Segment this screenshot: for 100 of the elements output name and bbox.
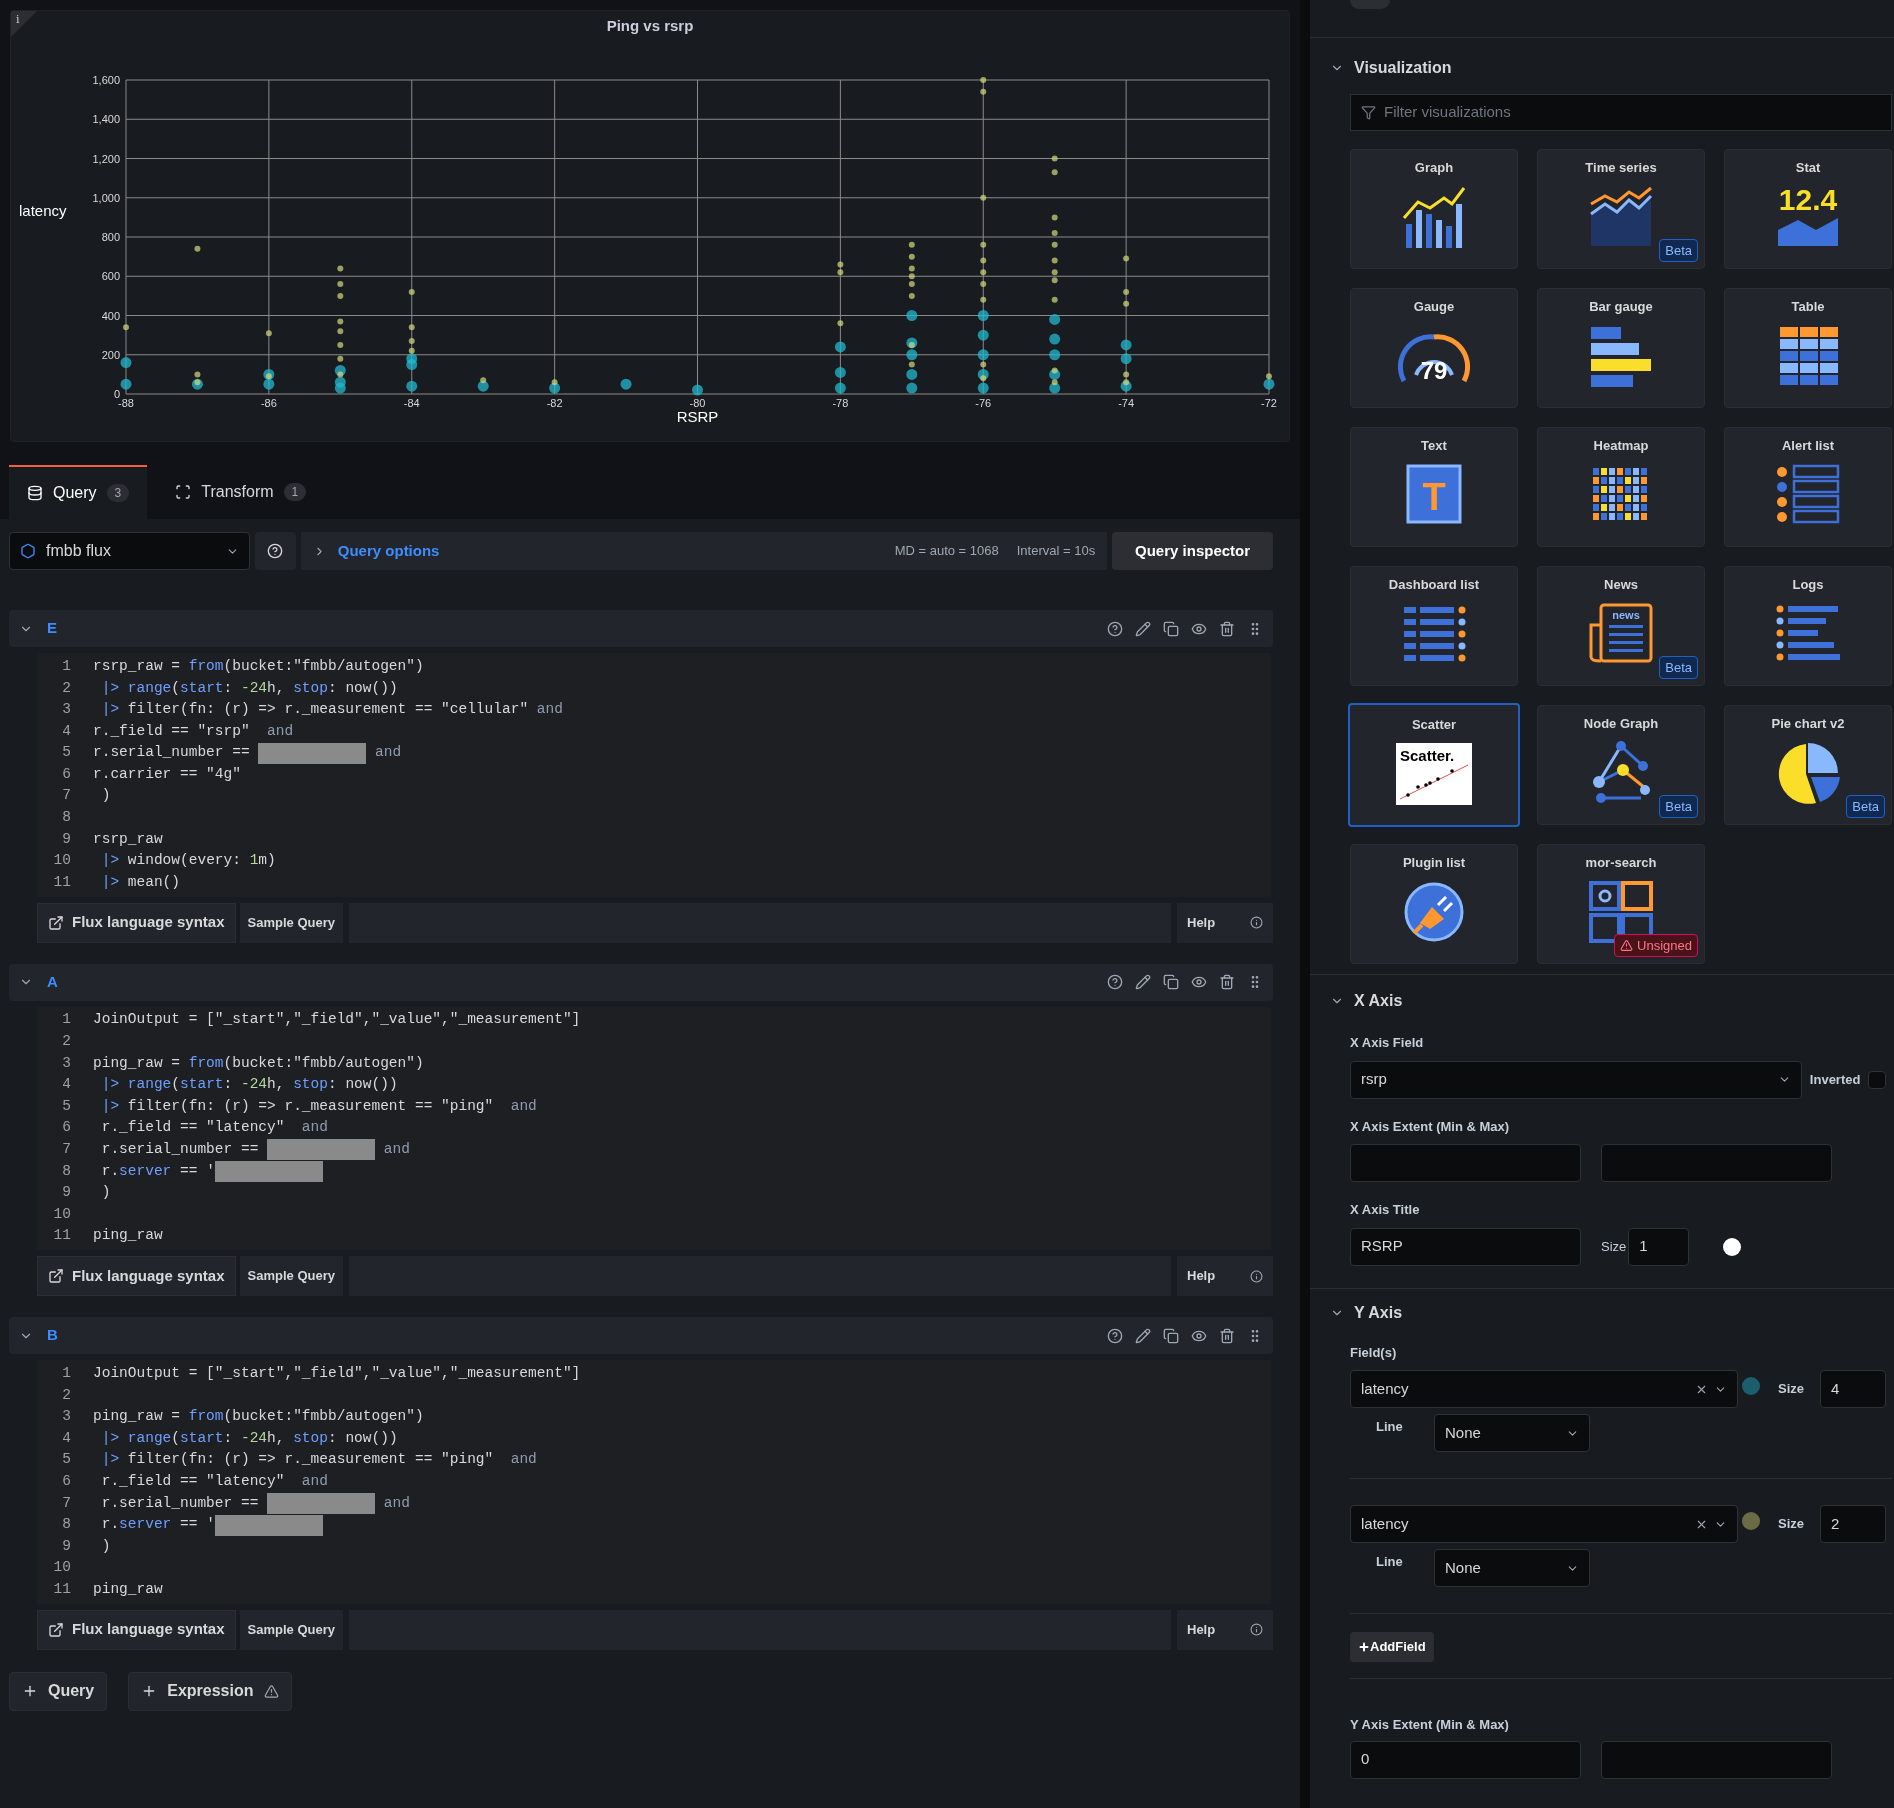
database-icon <box>27 485 43 501</box>
section-title[interactable]: X Axis <box>1354 989 1403 1013</box>
visualization-card[interactable]: Table <box>1724 288 1892 408</box>
trash-icon[interactable] <box>1219 620 1235 637</box>
line-style-select[interactable]: None <box>1434 1414 1590 1452</box>
size-field[interactable]: 1 <box>1628 1227 1690 1266</box>
data-point <box>406 380 418 392</box>
tick-label: -74 <box>1118 396 1135 409</box>
visualization-card[interactable]: Stat 12.4 <box>1724 149 1892 269</box>
add-field-button[interactable]: AddField <box>1350 1632 1434 1662</box>
tab[interactable]: Transform 1 <box>157 465 325 519</box>
code-text: JoinOutput = ["_start","_field","_value","_measurement"] <box>93 1364 581 1383</box>
sample-query-button[interactable]: Sample Query <box>239 1256 343 1297</box>
sample-query-button[interactable]: Sample Query <box>239 1609 343 1650</box>
visualization-card[interactable]: Pie chart v2 Beta <box>1724 705 1892 825</box>
tick-label: 1,400 <box>92 112 120 125</box>
line-number: 6 <box>61 1118 71 1138</box>
code-editor[interactable] <box>37 1006 1271 1251</box>
syntax-link-button[interactable]: Flux language syntax <box>37 1256 236 1297</box>
query-inspector-button[interactable]: Query inspector <box>1112 532 1273 570</box>
code-text: ping_raw = from(bucket:"fmbb/autogen") <box>93 1053 424 1073</box>
card-title: News <box>1604 576 1638 594</box>
section-title[interactable]: Visualization <box>1354 56 1452 80</box>
data-point <box>980 268 987 275</box>
trash-icon[interactable] <box>1219 974 1235 991</box>
y-field-select[interactable]: latency <box>1350 1505 1738 1543</box>
axis-title-field[interactable]: RSRP <box>1350 1227 1581 1266</box>
datasource-select[interactable]: fmbb flux <box>9 532 250 570</box>
help-button[interactable]: Help <box>1177 1609 1273 1650</box>
filter-field[interactable]: Filter visualizations <box>1350 94 1892 131</box>
line-number: 2 <box>61 1032 71 1052</box>
field-label: Y Axis Extent (Min & Max) <box>1350 1716 1510 1734</box>
visualization-card[interactable]: Dashboard list <box>1350 566 1518 686</box>
visualization-card[interactable]: Graph <box>1350 149 1518 269</box>
line-number: 2 <box>61 1385 71 1405</box>
field-label: Inverted <box>1809 1070 1861 1089</box>
letter-label[interactable]: A <box>47 970 58 994</box>
letter-label[interactable]: E <box>47 617 57 640</box>
section-title[interactable]: Y Axis <box>1354 1300 1403 1325</box>
visualization-card[interactable]: News news Beta <box>1537 566 1705 686</box>
code-text: ping_raw = from(bucket:"fmbb/autogen") <box>93 1407 424 1427</box>
add-button[interactable]: Expression <box>128 1671 292 1711</box>
tick-label: 800 <box>101 230 120 243</box>
visualization-card[interactable]: Alert list <box>1724 427 1892 547</box>
help-icon[interactable] <box>1107 620 1123 637</box>
add-button[interactable]: Query <box>9 1671 108 1711</box>
data-point <box>1049 348 1061 360</box>
visualization-card[interactable]: mor-search Unsigned <box>1537 844 1705 964</box>
panel-title: Ping vs rsrp <box>606 16 694 36</box>
visualization-card[interactable]: Node Graph Beta <box>1537 705 1705 825</box>
data-point <box>980 280 987 287</box>
copy-icon[interactable] <box>1163 974 1179 991</box>
sample-query-button[interactable]: Sample Query <box>239 902 343 943</box>
data-point <box>1051 229 1058 236</box>
pencil-icon[interactable] <box>1135 1327 1151 1344</box>
extent-max-field[interactable] <box>1601 1144 1832 1182</box>
help-icon[interactable] <box>1107 974 1123 991</box>
field-label: X Axis Title <box>1350 1201 1421 1219</box>
inverted-checkbox[interactable] <box>1868 1070 1886 1089</box>
help-button[interactable]: Help <box>1177 1256 1273 1297</box>
data-point <box>337 280 344 287</box>
card-title: Stat <box>1795 159 1821 177</box>
copy-icon[interactable] <box>1163 1327 1179 1344</box>
filter-icon <box>1361 105 1376 120</box>
size-field[interactable]: 2 <box>1820 1505 1886 1543</box>
trash-icon[interactable] <box>1219 1327 1235 1344</box>
visualization-card[interactable]: Plugin list <box>1350 844 1518 964</box>
data-point <box>337 292 344 299</box>
visualization-card[interactable]: Time series Beta <box>1537 149 1705 269</box>
syntax-link-button[interactable]: Flux language syntax <box>37 1609 236 1650</box>
axis-field-select[interactable]: rsrp <box>1350 1060 1802 1099</box>
visualization-card[interactable]: Text T <box>1350 427 1518 547</box>
visualization-card[interactable]: Scatter Scatter. <box>1348 703 1520 827</box>
extent-max-field[interactable] <box>1601 1740 1832 1779</box>
visualization-card[interactable]: Gauge 79 <box>1350 288 1518 408</box>
extent-min-field[interactable]: 0 <box>1350 1740 1581 1779</box>
line-style-select[interactable]: None <box>1434 1549 1590 1587</box>
visualization-card[interactable]: Heatmap <box>1537 427 1705 547</box>
query-options-link[interactable]: Query options <box>337 539 440 563</box>
code-text: r._field == "rsrp" and <box>93 721 294 741</box>
pencil-icon[interactable] <box>1135 620 1151 637</box>
copy-icon[interactable] <box>1163 620 1179 637</box>
visualization-card[interactable]: Bar gauge <box>1537 288 1705 408</box>
code-editor[interactable] <box>37 653 1271 897</box>
data-point <box>906 309 918 321</box>
help-button[interactable] <box>254 532 296 570</box>
help-button[interactable]: Help <box>1177 902 1273 943</box>
data-point <box>837 319 844 326</box>
tick-label: -80 <box>689 396 706 409</box>
letter-label[interactable]: B <box>47 1324 58 1347</box>
help-icon[interactable] <box>1107 1327 1123 1344</box>
tab[interactable]: Query 3 <box>9 465 148 519</box>
pencil-icon[interactable] <box>1135 974 1151 991</box>
syntax-link-button[interactable]: Flux language syntax <box>37 902 236 943</box>
extent-min-field[interactable] <box>1350 1144 1581 1182</box>
filter-input[interactable]: Filter visualizations <box>1384 101 1881 124</box>
size-field[interactable]: 4 <box>1820 1370 1886 1408</box>
y-field-select[interactable]: latency <box>1350 1370 1738 1408</box>
visualization-card[interactable]: Logs <box>1724 566 1892 686</box>
code-editor[interactable] <box>37 1360 1271 1604</box>
